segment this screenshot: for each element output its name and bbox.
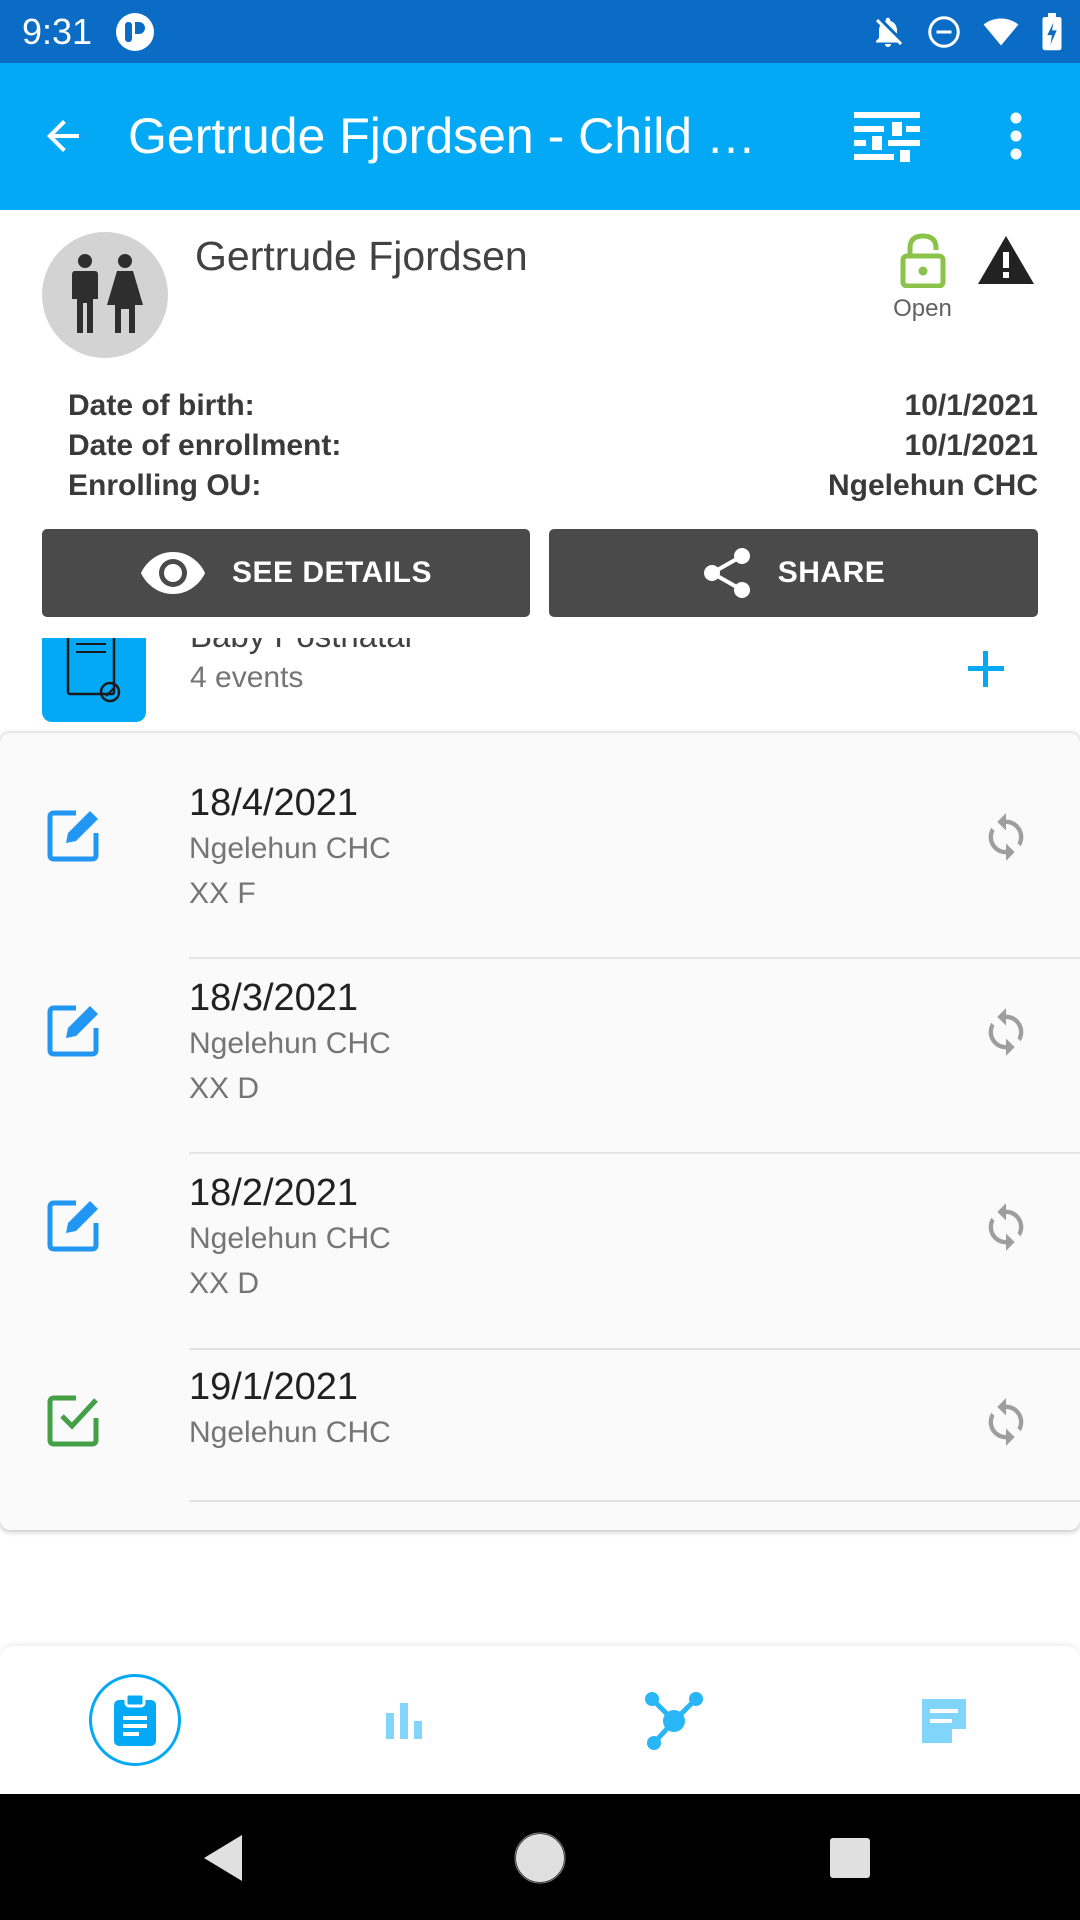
sync-icon[interactable] <box>980 1006 1032 1058</box>
program-stage-header[interactable]: Baby Postnatal 4 events <box>0 638 1080 732</box>
battery-charging-icon <box>1042 13 1062 51</box>
system-back-button[interactable] <box>192 1826 256 1890</box>
system-recents-button[interactable] <box>818 1826 882 1890</box>
status-icons <box>870 10 1064 54</box>
list-item[interactable]: 19/1/2021 Ngelehun CHC <box>0 1350 1080 1502</box>
list-item[interactable]: 18/4/2021 Ngelehun CHC XX F <box>0 733 1080 959</box>
info-row-ou: Enrolling OU: Ngelehun CHC <box>68 466 1038 506</box>
plus-icon <box>968 651 1004 687</box>
sync-icon[interactable] <box>980 1396 1032 1448</box>
edit-icon <box>47 810 99 862</box>
wifi-icon <box>983 18 1019 46</box>
stage-event-count: 4 events <box>190 661 304 694</box>
nav-relationships[interactable] <box>619 1666 729 1776</box>
info-label: Enrolling OU: <box>68 469 262 502</box>
event-org-unit: Ngelehun CHC <box>189 1416 391 1449</box>
avatar <box>42 232 168 358</box>
enrollment-status[interactable]: Open <box>880 232 965 323</box>
event-date: 19/1/2021 <box>189 1366 359 1408</box>
people-icon <box>72 254 143 333</box>
events-list: 18/4/2021 Ngelehun CHC XX F 18/3/2021 Ng… <box>0 733 1080 1530</box>
events-clipboard-icon <box>114 1692 156 1746</box>
enrollment-info: Date of birth: 10/1/2021 Date of enrollm… <box>68 386 1038 506</box>
event-value: XX D <box>189 1267 260 1300</box>
notifications-off-icon <box>876 17 903 47</box>
nav-notes[interactable] <box>889 1666 999 1776</box>
divider <box>189 1500 1080 1502</box>
see-details-button[interactable]: SEE DETAILS <box>42 529 530 617</box>
system-home-button[interactable] <box>508 1826 572 1890</box>
filter-button[interactable] <box>852 103 922 169</box>
charts-icon <box>386 1703 422 1739</box>
more-vert-icon <box>1010 112 1022 160</box>
share-button[interactable]: SHARE <box>549 529 1038 617</box>
patient-name: Gertrude Fjordsen <box>195 233 528 279</box>
list-item[interactable]: 18/2/2021 Ngelehun CHC XX D <box>0 1154 1080 1350</box>
filter-icon <box>854 112 920 162</box>
event-value: XX F <box>189 877 256 910</box>
notes-icon <box>922 1699 966 1743</box>
edit-icon <box>47 1005 99 1057</box>
info-row-dob: Date of birth: 10/1/2021 <box>68 386 1038 426</box>
do-not-disturb-icon <box>928 16 960 48</box>
app-notification-icon <box>116 13 154 51</box>
sync-icon[interactable] <box>980 1201 1032 1253</box>
nav-charts[interactable] <box>349 1666 459 1776</box>
more-options-button[interactable] <box>986 103 1046 169</box>
warning-button[interactable] <box>976 234 1036 290</box>
status-bar: 9:31 <box>0 0 1080 63</box>
add-event-button[interactable] <box>955 638 1017 700</box>
sync-icon[interactable] <box>980 811 1032 863</box>
share-label: SHARE <box>777 556 886 589</box>
relationships-icon <box>645 1692 703 1750</box>
system-home-icon <box>514 1832 566 1884</box>
nav-events[interactable] <box>89 1674 181 1766</box>
info-value: 10/1/2021 <box>904 429 1038 462</box>
event-org-unit: Ngelehun CHC <box>189 1027 391 1060</box>
info-label: Date of enrollment: <box>68 429 342 462</box>
list-item[interactable]: 18/3/2021 Ngelehun CHC XX D <box>0 959 1080 1154</box>
event-org-unit: Ngelehun CHC <box>189 1222 391 1255</box>
system-back-icon <box>204 1835 242 1881</box>
completed-check-icon <box>47 1395 99 1447</box>
lock-open-icon <box>900 233 945 289</box>
info-value: 10/1/2021 <box>904 389 1038 422</box>
event-date: 18/2/2021 <box>189 1172 359 1214</box>
info-row-enrollment: Date of enrollment: 10/1/2021 <box>68 426 1038 466</box>
event-date: 18/3/2021 <box>189 977 359 1019</box>
edit-icon <box>47 1200 99 1252</box>
page-title: Gertrude Fjordsen - Child … <box>128 108 757 164</box>
eye-icon <box>141 552 205 594</box>
event-org-unit: Ngelehun CHC <box>189 832 391 865</box>
event-value: XX D <box>189 1072 260 1105</box>
info-value: Ngelehun CHC <box>828 469 1038 502</box>
status-label: Open <box>893 295 952 322</box>
app-bar: Gertrude Fjordsen - Child … <box>0 63 1080 210</box>
stage-icon <box>42 638 146 722</box>
back-arrow-icon <box>47 120 79 152</box>
bottom-navigation <box>0 1646 1080 1794</box>
system-navigation-bar <box>0 1794 1080 1920</box>
share-icon <box>703 548 750 598</box>
info-label: Date of birth: <box>68 389 255 422</box>
event-date: 18/4/2021 <box>189 782 359 824</box>
see-details-label: SEE DETAILS <box>232 556 432 589</box>
stage-name: Baby Postnatal <box>190 638 412 656</box>
warning-icon <box>978 236 1034 284</box>
document-icon <box>66 638 121 703</box>
status-time: 9:31 <box>22 11 93 52</box>
system-recents-icon <box>830 1838 870 1878</box>
back-button[interactable] <box>30 103 96 169</box>
